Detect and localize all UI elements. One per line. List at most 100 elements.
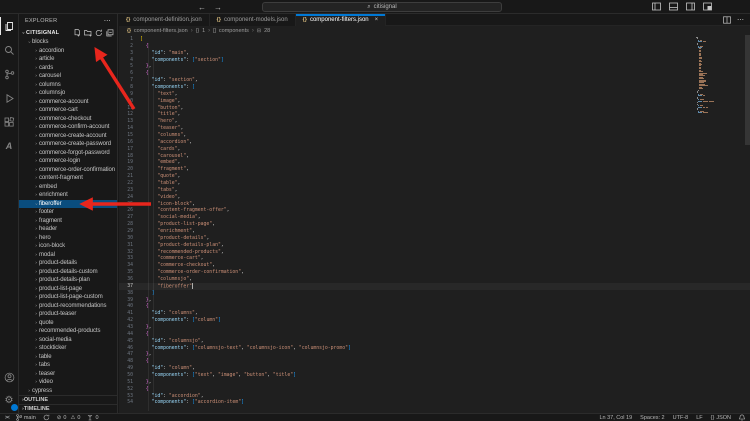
- code-line[interactable]: 50 "components": ["text", "image", "butt…: [119, 372, 750, 379]
- minimap[interactable]: [696, 37, 718, 411]
- folder-commerce-order-confirmation[interactable]: › commerce-order-confirmation: [19, 166, 117, 175]
- code-line[interactable]: 36 "columnsjo",: [119, 276, 750, 283]
- code-line[interactable]: 28 "product-list-page",: [119, 221, 750, 228]
- folder-commerce-cart[interactable]: › commerce-cart: [19, 106, 117, 115]
- code-line[interactable]: 38 ]: [119, 290, 750, 297]
- refresh-icon[interactable]: [95, 29, 103, 37]
- nav-back-icon[interactable]: ←: [198, 3, 206, 12]
- language-mode[interactable]: {} JSON: [711, 415, 731, 421]
- command-center-search[interactable]: ⌕ citisignal: [262, 2, 502, 12]
- folder-video[interactable]: › video: [19, 378, 117, 387]
- breadcrumb-seg-1[interactable]: 1: [202, 28, 205, 34]
- encoding[interactable]: UTF-8: [673, 415, 689, 421]
- nav-forward-icon[interactable]: →: [214, 3, 222, 12]
- code-line[interactable]: 39 },: [119, 297, 750, 304]
- code-line[interactable]: 54 "components": ["accordion-item"]: [119, 400, 750, 407]
- tab-component-models.json[interactable]: {} component-models.json: [209, 14, 296, 26]
- code-line[interactable]: 23 "tabs",: [119, 187, 750, 194]
- folder-commerce-checkout[interactable]: › commerce-checkout: [19, 115, 117, 124]
- folder-tabs[interactable]: › tabs: [19, 361, 117, 370]
- code-line[interactable]: 6 {: [119, 70, 750, 77]
- code-line[interactable]: 48 {: [119, 358, 750, 365]
- code-line[interactable]: 52 {: [119, 386, 750, 393]
- code-line[interactable]: 22 "table",: [119, 180, 750, 187]
- code-line[interactable]: 53 "id": "accordion",: [119, 393, 750, 400]
- code-line[interactable]: 24 "video",: [119, 194, 750, 201]
- breadcrumb[interactable]: {} component-filters.json › {} 1 › [] co…: [119, 26, 750, 35]
- folder-product-details-custom[interactable]: › product-details-custom: [19, 268, 117, 277]
- code-line[interactable]: 17 "cards",: [119, 146, 750, 153]
- explorer-more-icon[interactable]: ⋯: [104, 17, 111, 25]
- folder-stockticker[interactable]: › stockticker: [19, 344, 117, 353]
- code-editor[interactable]: 1[2 {3 "id": "main", 4 "components": ["se…: [119, 35, 750, 413]
- tab-component-filters.json[interactable]: {} component-filters.json ×: [295, 14, 387, 26]
- run-debug-icon[interactable]: [0, 86, 19, 110]
- folder-teaser[interactable]: › teaser: [19, 370, 117, 379]
- ports-status[interactable]: 0: [87, 414, 99, 421]
- folder-cypress[interactable]: › cypress: [19, 387, 117, 396]
- code-line[interactable]: 32 "recommended-products",: [119, 249, 750, 256]
- folder-quote[interactable]: › quote: [19, 319, 117, 328]
- breadcrumb-seg-2[interactable]: components: [219, 28, 249, 34]
- code-line[interactable]: 47 },: [119, 352, 750, 359]
- tab-component-definition.json[interactable]: {} component-definition.json: [119, 14, 210, 26]
- breadcrumb-file[interactable]: component-filters.json: [134, 28, 188, 34]
- code-line[interactable]: 25 "icon-block",: [119, 201, 750, 208]
- code-line[interactable]: 34 "commerce-checkout",: [119, 262, 750, 269]
- outline-section[interactable]: › OUTLINE: [19, 395, 117, 404]
- code-line[interactable]: 35 "commerce-order-confirmation",: [119, 269, 750, 276]
- code-line[interactable]: 16 "accordion",: [119, 139, 750, 146]
- code-line[interactable]: 15 "columns",: [119, 132, 750, 139]
- folder-product-recommendations[interactable]: › product-recommendations: [19, 302, 117, 311]
- code-line[interactable]: 14 "teaser",: [119, 125, 750, 132]
- editor-more-icon[interactable]: ⋯: [737, 16, 744, 24]
- code-line[interactable]: 4 "components": ["section"]: [119, 57, 750, 64]
- folder-blocks[interactable]: › blocks: [19, 38, 117, 47]
- notifications-bell-icon[interactable]: [739, 414, 745, 421]
- folder-columns[interactable]: › columns: [19, 81, 117, 90]
- breadcrumb-seg-3[interactable]: 28: [264, 28, 270, 34]
- code-line[interactable]: 30 "product-details",: [119, 235, 750, 242]
- indentation[interactable]: Spaces: 2: [640, 415, 664, 421]
- code-line[interactable]: 13 "hero",: [119, 118, 750, 125]
- folder-embed[interactable]: › embed: [19, 183, 117, 192]
- folder-article[interactable]: › article: [19, 55, 117, 64]
- search-sidebar-icon[interactable]: [0, 38, 19, 62]
- folder-commerce-create-password[interactable]: › commerce-create-password: [19, 140, 117, 149]
- toggle-secondary-sidebar-icon[interactable]: [686, 2, 695, 11]
- code-line[interactable]: 1[: [119, 36, 750, 43]
- folder-commerce-account[interactable]: › commerce-account: [19, 98, 117, 107]
- code-line[interactable]: 46 "components": ["columnsjo-text", "col…: [119, 345, 750, 352]
- cursor-position[interactable]: Ln 37, Col 19: [599, 415, 632, 421]
- folder-product-details[interactable]: › product-details: [19, 259, 117, 268]
- code-line[interactable]: 5 },: [119, 63, 750, 70]
- code-line[interactable]: 43 },: [119, 324, 750, 331]
- folder-table[interactable]: › table: [19, 353, 117, 362]
- code-line[interactable]: 40 {: [119, 304, 750, 311]
- folder-modal[interactable]: › modal: [19, 251, 117, 260]
- explorer-icon[interactable]: [0, 14, 19, 38]
- folder-product-list-page-custom[interactable]: › product-list-page-custom: [19, 293, 117, 302]
- code-line[interactable]: 26 "content-fragment-offer",: [119, 207, 750, 214]
- code-line[interactable]: 2 {: [119, 43, 750, 50]
- scrollbar-slider[interactable]: [745, 35, 750, 145]
- code-line[interactable]: 9 "text",: [119, 91, 750, 98]
- code-line[interactable]: 11 "button",: [119, 105, 750, 112]
- sync-icon[interactable]: [43, 414, 50, 421]
- timeline-section[interactable]: › TIMELINE: [19, 404, 117, 413]
- code-line[interactable]: 33 "commerce-cart",: [119, 256, 750, 263]
- folder-enrichment[interactable]: › enrichment: [19, 191, 117, 200]
- folder-social-media[interactable]: › social-media: [19, 336, 117, 345]
- code-line[interactable]: 49 "id": "column",: [119, 365, 750, 372]
- folder-product-list-page[interactable]: › product-list-page: [19, 285, 117, 294]
- folder-cards[interactable]: › cards: [19, 64, 117, 73]
- folder-commerce-confirm-account[interactable]: › commerce-confirm-account: [19, 123, 117, 132]
- folder-footer[interactable]: › footer: [19, 208, 117, 217]
- folder-product-teaser[interactable]: › product-teaser: [19, 310, 117, 319]
- branch-status[interactable]: main: [16, 414, 36, 421]
- folder-hero[interactable]: › hero: [19, 234, 117, 243]
- code-line[interactable]: 21 "quote",: [119, 173, 750, 180]
- code-line[interactable]: 51 },: [119, 379, 750, 386]
- workspace-root[interactable]: › CITISIGNAL: [19, 27, 117, 38]
- code-line[interactable]: 8 "components": [: [119, 84, 750, 91]
